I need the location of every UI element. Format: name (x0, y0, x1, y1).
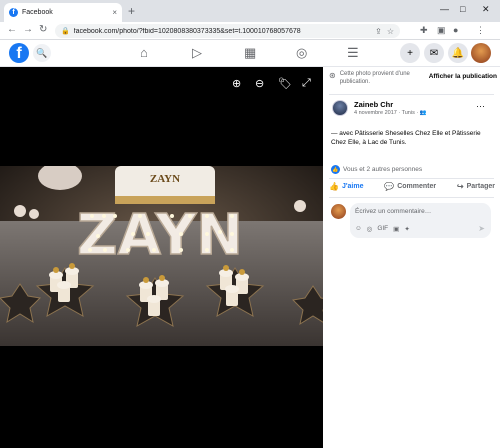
comment-button[interactable]: 💬 Commenter (384, 182, 436, 191)
sticker-icon[interactable]: ▣ (393, 225, 399, 233)
create-plus-icon[interactable]: + (400, 43, 420, 63)
minimize-button[interactable]: — (440, 4, 449, 14)
post-date-location: 4 novembre 2017 · Tunis · (354, 110, 419, 116)
party-photo: ZAYN ZAYN (0, 166, 323, 346)
marquee-letters-text: ZAYN (77, 203, 243, 268)
comment-tools: ☺ ◎ GIF ▣ ✦ (355, 225, 415, 233)
comment-bubble-icon: 💬 (384, 182, 395, 191)
share-button[interactable]: ↪ Partager (457, 182, 495, 191)
share-arrow-icon: ↪ (456, 182, 464, 191)
author-name[interactable]: Zaineb Chr (354, 100, 393, 109)
browser-tabbar: f Facebook × + — □ ✕ (0, 0, 500, 22)
profile-avatar-icon[interactable]: ● (453, 25, 458, 35)
menu-icon[interactable]: ☰ (347, 45, 359, 61)
new-tab-button[interactable]: + (128, 4, 135, 18)
reactions-text: Vous et 2 autres personnes (343, 166, 423, 173)
cake-topper-text: ZAYN (150, 173, 180, 185)
home-icon[interactable]: ⌂ (140, 45, 148, 60)
like-reaction-icon: 👍 (331, 165, 340, 174)
photo-illustration: ZAYN ZAYN (0, 166, 323, 346)
marketplace-icon[interactable]: ▦ (244, 45, 256, 61)
facebook-logo-icon[interactable]: f (9, 43, 29, 63)
extension-puzzle-icon[interactable]: ✚ (420, 25, 428, 36)
facebook-favicon-icon: f (9, 8, 18, 17)
post-meta: 4 novembre 2017 · Tunis · 👥 (354, 110, 427, 116)
divider (329, 197, 494, 198)
friends-audience-icon: 👥 (419, 110, 427, 116)
share-page-icon[interactable]: ⇪ (375, 27, 382, 36)
forward-button[interactable]: → (23, 24, 33, 35)
close-window-button[interactable]: ✕ (482, 4, 490, 15)
gif-icon[interactable]: GIF (377, 225, 388, 233)
search-icon[interactable]: 🔍 (33, 44, 51, 62)
messenger-icon[interactable]: ✉ (424, 43, 444, 63)
url-text: facebook.com/photo/?fbid=102080838037333… (73, 27, 301, 35)
tab-close-icon[interactable]: × (112, 8, 117, 17)
watch-icon[interactable]: ▷ (192, 45, 202, 61)
comment-placeholder: Écrivez un commentaire… (355, 208, 432, 215)
camera-icon[interactable]: ◎ (367, 225, 373, 233)
emoji-icon[interactable]: ☺ (355, 225, 362, 233)
zoom-out-icon[interactable]: ⊖ (255, 77, 264, 90)
url-field[interactable]: 🔒 facebook.com/photo/?fbid=1020808380373… (55, 24, 400, 38)
commenter-avatar[interactable] (331, 204, 346, 219)
divider (329, 94, 494, 95)
globe-info-icon: ⊛ (329, 71, 336, 80)
zoom-in-icon[interactable]: ⊕ (232, 77, 241, 90)
more-options-icon[interactable]: ··· (476, 101, 485, 111)
bookmark-star-icon[interactable]: ☆ (387, 27, 394, 36)
notifications-bell-icon[interactable]: 🔔 (448, 43, 468, 63)
share-notice-text: Cette photo provient d'une publication. (339, 71, 410, 85)
fullscreen-icon[interactable]: ⤢ (302, 77, 311, 90)
like-button[interactable]: 👍 J'aime (329, 182, 363, 191)
post-actions: 👍 J'aime 💬 Commenter ↪ Partager (329, 182, 495, 191)
share-label: Partager (466, 183, 495, 190)
groups-icon[interactable]: ◎ (296, 45, 307, 61)
address-bar-row: ← → ↻ 🔒 facebook.com/photo/?fbid=1020808… (0, 22, 500, 40)
tab-title: Facebook (22, 9, 53, 16)
tag-icon[interactable]: 🏷 (278, 77, 292, 90)
comment-label: Commenter (397, 183, 437, 190)
facebook-header: f 🔍 ⌂ ▷ ▦ ◎ ☰ + ✉ 🔔 (0, 40, 500, 67)
photo-viewer: ⊕ ⊖ 🏷 ⤢ ZAYN ZAYN (0, 67, 323, 448)
divider (329, 178, 494, 179)
reload-button[interactable]: ↻ (39, 24, 47, 35)
view-post-button[interactable]: Afficher la publication (429, 73, 497, 80)
account-avatar[interactable] (471, 43, 491, 63)
thumbs-up-icon: 👍 (329, 182, 339, 191)
post-side-panel: ⊛ Cette photo provient d'une publication… (323, 67, 500, 448)
comment-input[interactable]: Écrivez un commentaire… ☺ ◎ GIF ▣ ✦ ➤ (350, 203, 491, 238)
like-label: J'aime (341, 183, 364, 190)
side-panel-icon[interactable]: ▣ (437, 25, 446, 36)
send-icon[interactable]: ➤ (478, 224, 485, 233)
lock-icon: 🔒 (61, 28, 70, 35)
browser-tab[interactable]: f Facebook × (4, 3, 122, 22)
reactions-summary[interactable]: 👍 Vous et 2 autres personnes (331, 165, 422, 174)
share-notice: ⊛ Cette photo provient d'une publication… (329, 71, 497, 93)
post-caption: — avec Pâtisserie Sheselles Chez Elle et… (331, 130, 481, 147)
maximize-button[interactable]: □ (460, 4, 465, 14)
browser-menu-icon[interactable]: ⋮ (476, 25, 485, 36)
back-button[interactable]: ← (7, 24, 17, 35)
author-avatar[interactable] (332, 100, 348, 116)
avatar-sticker-icon[interactable]: ✦ (404, 225, 409, 233)
